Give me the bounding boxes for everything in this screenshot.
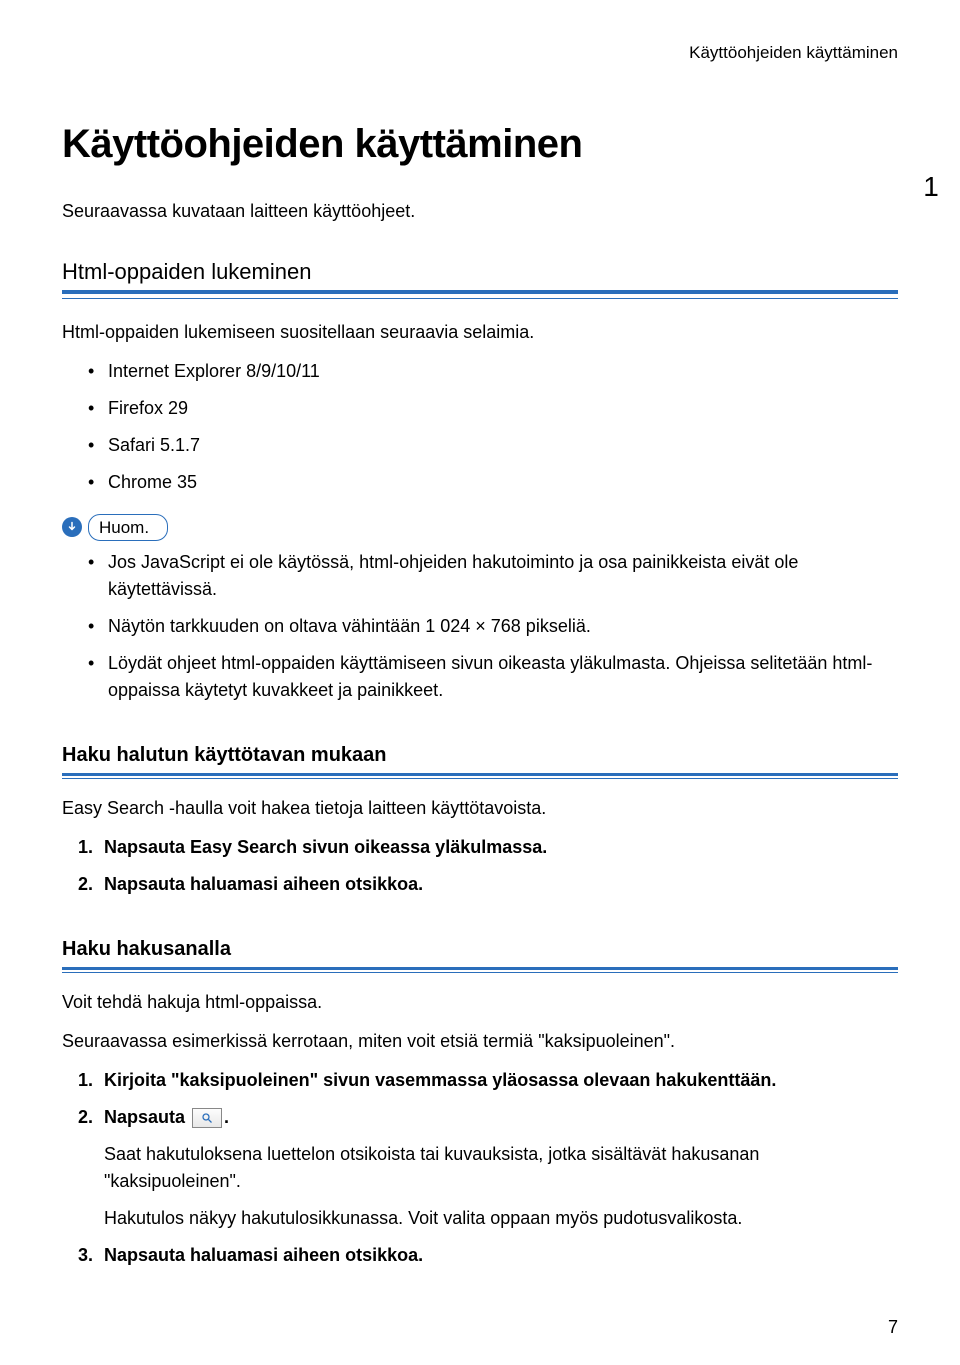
note-list: Jos JavaScript ei ole käytössä, html-ohj… (88, 549, 898, 704)
body-text: Html-oppaiden lukemiseen suositellaan se… (62, 319, 898, 346)
step-text: Kirjoita "kaksipuoleinen" sivun vasemmas… (104, 1070, 776, 1090)
browser-list: Internet Explorer 8/9/10/11 Firefox 29 S… (88, 358, 898, 496)
step-text: Napsauta haluamasi aiheen otsikkoa. (104, 874, 423, 894)
step-text-prefix: Napsauta (104, 1107, 190, 1127)
divider (62, 298, 898, 299)
list-item: Löydät ohjeet html-oppaiden käyttämiseen… (88, 650, 898, 704)
step-item: Napsauta haluamasi aiheen otsikkoa. (78, 871, 898, 898)
note-label: Huom. (88, 514, 168, 542)
step-item: Napsauta Easy Search sivun oikeassa yläk… (78, 834, 898, 861)
steps-list: Kirjoita "kaksipuoleinen" sivun vasemmas… (78, 1067, 898, 1269)
section-heading-search-usage: Haku halutun käyttötavan mukaan (62, 740, 898, 776)
page-number: 7 (888, 1314, 898, 1341)
list-item: Jos JavaScript ei ole käytössä, html-ohj… (88, 549, 898, 603)
note-badge: Huom. (62, 514, 898, 542)
body-text: Seuraavassa esimerkissä kerrotaan, miten… (62, 1028, 898, 1055)
arrow-down-icon (62, 517, 82, 537)
divider (62, 972, 898, 973)
magnifier-icon (192, 1108, 222, 1128)
chapter-number-badge: 1 (902, 160, 960, 214)
section-heading-search-keyword: Haku hakusanalla (62, 934, 898, 970)
list-item: Näytön tarkkuuden on oltava vähintään 1 … (88, 613, 898, 640)
list-item: Firefox 29 (88, 395, 898, 422)
step-item: Kirjoita "kaksipuoleinen" sivun vasemmas… (78, 1067, 898, 1094)
divider (62, 778, 898, 779)
step-text: Napsauta haluamasi aiheen otsikkoa. (104, 1245, 423, 1265)
body-text: Easy Search -haulla voit hakea tietoja l… (62, 795, 898, 822)
steps-list: Napsauta Easy Search sivun oikeassa yläk… (78, 834, 898, 898)
step-item: Napsauta . Saat hakutuloksena luettelon … (78, 1104, 898, 1232)
list-item: Safari 5.1.7 (88, 432, 898, 459)
step-item: Napsauta haluamasi aiheen otsikkoa. (78, 1242, 898, 1269)
list-item: Internet Explorer 8/9/10/11 (88, 358, 898, 385)
step-sub-text: Hakutulos näkyy hakutulosikkunassa. Voit… (104, 1205, 898, 1232)
body-text: Voit tehdä hakuja html-oppaissa. (62, 989, 898, 1016)
intro-text: Seuraavassa kuvataan laitteen käyttöohje… (62, 198, 898, 225)
step-text-suffix: . (224, 1107, 229, 1127)
running-header: Käyttöohjeiden käyttäminen (62, 40, 898, 66)
page-container: Käyttöohjeiden käyttäminen 1 Käyttöohjei… (0, 0, 960, 1365)
section-heading-html-guides: Html-oppaiden lukeminen (62, 255, 898, 294)
step-text: Napsauta Easy Search sivun oikeassa yläk… (104, 837, 547, 857)
page-title: Käyttöohjeiden käyttäminen (62, 114, 898, 174)
step-sub-text: Saat hakutuloksena luettelon otsikoista … (104, 1141, 898, 1195)
list-item: Chrome 35 (88, 469, 898, 496)
